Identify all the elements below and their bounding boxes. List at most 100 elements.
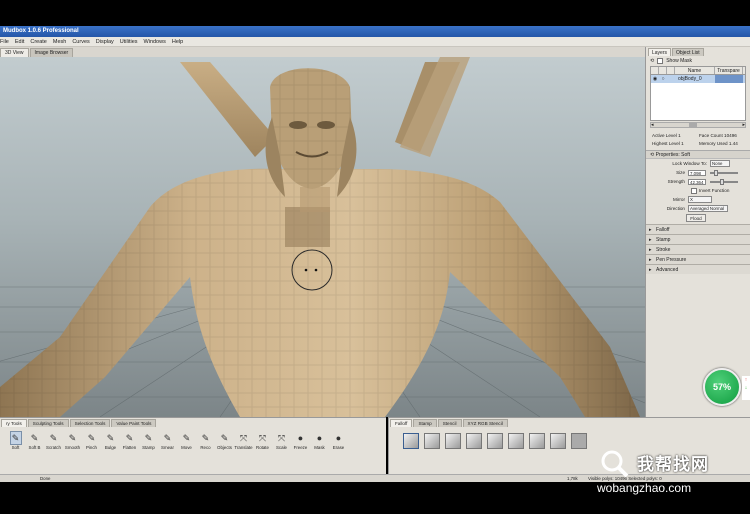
brush-icon: ✎	[163, 432, 172, 443]
menu-curves[interactable]: Curves	[72, 37, 89, 46]
brush-icon: ✎	[201, 432, 210, 443]
tab-3d-view[interactable]: 3D View	[0, 48, 29, 57]
tool-tray: ry Tools Sculpting Tools Selection Tools…	[0, 417, 386, 474]
section-advanced[interactable]: Advanced	[646, 264, 750, 275]
menu-windows[interactable]: Windows	[144, 37, 166, 46]
tool-soft[interactable]: ✎ Soft	[6, 431, 25, 450]
falloff-preset-5[interactable]	[487, 433, 503, 449]
tab-selection-tools[interactable]: Selection Tools	[69, 419, 111, 427]
eye-icon[interactable]: ◉	[651, 75, 659, 83]
falloff-preset-6[interactable]	[508, 433, 524, 449]
direction-dropdown[interactable]: Averaged Normal	[688, 205, 728, 212]
tool-smooth[interactable]: ✎ Smooth	[63, 431, 82, 451]
lock-window-dropdown[interactable]: None	[710, 160, 730, 167]
brush-icon: ✎	[106, 432, 115, 443]
tool-translate[interactable]: ⤧ Translate	[234, 431, 253, 451]
menu-file[interactable]: File	[0, 37, 9, 46]
menu-mesh[interactable]: Mesh	[53, 37, 66, 46]
tab-stamp[interactable]: Stamp	[413, 419, 437, 427]
tool-soft-b[interactable]: ✎ Soft B	[25, 431, 44, 451]
strength-slider-thumb[interactable]	[720, 178, 725, 185]
strength-label: Strength	[667, 179, 685, 184]
tool-reco[interactable]: ✎ Reco	[196, 431, 215, 451]
status-memory: 1,78k	[567, 476, 578, 481]
brush-icon: ✎	[68, 432, 77, 443]
tab-stencil[interactable]: Stencil	[437, 419, 462, 427]
menu-help[interactable]: Help	[172, 37, 183, 46]
table-row[interactable]: ◉ ○ objBody_0	[651, 75, 745, 83]
mirror-dropdown[interactable]: X	[688, 196, 712, 203]
face-count-label: Face Count	[699, 133, 723, 138]
show-mask-checkbox[interactable]	[657, 57, 664, 64]
menu-edit[interactable]: Edit	[15, 37, 24, 46]
highest-level-label: Highest Level	[652, 141, 680, 146]
tool-stamp[interactable]: ✎ Stamp	[139, 431, 158, 451]
tab-sculpting-tools[interactable]: Sculpting Tools	[27, 419, 69, 427]
brush-icon: ✎	[125, 432, 134, 443]
lock-icon[interactable]: ○	[659, 75, 667, 83]
tab-falloff[interactable]: Falloff	[390, 419, 413, 427]
transparency-slider[interactable]	[715, 75, 743, 83]
tool-rotate[interactable]: ⤧ Rotate	[253, 431, 272, 451]
status-text: Done	[40, 476, 51, 481]
tool-pinch[interactable]: ✎ Pinch	[82, 431, 101, 451]
tool-flatten[interactable]: ✎ Flatten	[120, 431, 139, 451]
tool-erase[interactable]: ● Erase	[329, 431, 348, 450]
tab-layers[interactable]: Layers	[648, 48, 672, 56]
section-stamp[interactable]: Stamp	[646, 234, 750, 245]
tool-scale[interactable]: ⤧ Scale	[272, 431, 291, 451]
falloff-preset-4[interactable]	[466, 433, 482, 449]
scroll-left-icon[interactable]: ◂	[651, 122, 654, 128]
falloff-preset-1[interactable]	[403, 433, 419, 449]
section-stroke[interactable]: Stroke	[646, 244, 750, 255]
tool-freeze[interactable]: ● Freeze	[291, 431, 310, 450]
tab-image-browser[interactable]: Image Browser	[29, 48, 74, 57]
tool-move[interactable]: ✎ Move	[177, 431, 196, 451]
section-falloff[interactable]: Falloff	[646, 224, 750, 235]
layers-horizontal-scrollbar[interactable]: ◂ ▸	[650, 122, 746, 128]
sphere-icon: ●	[335, 433, 342, 443]
tool-bulge[interactable]: ✎ Bulge	[101, 431, 120, 451]
tool-label: Translate	[234, 445, 253, 450]
falloff-preset-3[interactable]	[445, 433, 461, 449]
tool-label: Erase	[332, 445, 345, 450]
3d-viewport[interactable]	[0, 57, 645, 417]
falloff-preset-2[interactable]	[424, 433, 440, 449]
tab-tools[interactable]: ry Tools	[1, 419, 27, 427]
tool-label: Flatten	[122, 445, 137, 450]
falloff-preset-8[interactable]	[550, 433, 566, 449]
brush-icon: ✎	[220, 432, 229, 443]
size-slider[interactable]	[710, 169, 738, 176]
layers-table-header: Name Transpare	[651, 67, 745, 75]
tool-smear[interactable]: ✎ Smear	[158, 431, 177, 451]
scroll-thumb[interactable]	[689, 123, 697, 127]
lock-window-row: Lock Window To: None	[646, 159, 750, 168]
face-count-value: 10496	[724, 133, 737, 138]
menu-display[interactable]: Display	[96, 37, 114, 46]
transparency-col-header[interactable]: Transpare	[715, 67, 743, 74]
tool-label: Reco	[200, 445, 211, 450]
tool-objects[interactable]: ✎ Objects	[215, 431, 234, 451]
tool-scratch[interactable]: ✎ Scratch	[44, 431, 63, 451]
tab-xyz-rgb-stencil[interactable]: XYZ RGB Stencil	[462, 419, 508, 427]
tab-object-list[interactable]: Object List	[672, 48, 704, 56]
falloff-tray-tabs: Falloff Stamp Stencil XYZ RGB Stencil	[389, 418, 750, 427]
section-pen-pressure[interactable]: Pen Pressure	[646, 254, 750, 265]
name-col-header[interactable]: Name	[675, 67, 715, 74]
falloff-preset-9[interactable]	[571, 433, 587, 449]
tool-mask[interactable]: ● Mask	[310, 431, 329, 450]
menu-create[interactable]: Create	[30, 37, 47, 46]
flood-button[interactable]: Flood	[686, 214, 706, 222]
refresh-icon[interactable]: ⟲	[650, 152, 654, 158]
size-field[interactable]: 7.098	[688, 169, 706, 176]
row-checkbox-cell[interactable]	[667, 75, 675, 83]
menu-utilities[interactable]: Utilities	[120, 37, 138, 46]
tab-value-paint-tools[interactable]: Value Paint Tools	[111, 419, 157, 427]
strength-field[interactable]: 42.364	[688, 178, 706, 185]
refresh-icon[interactable]: ⟲	[650, 58, 654, 64]
scroll-right-icon[interactable]: ▸	[742, 122, 745, 128]
brush-icon: ✎	[30, 432, 39, 443]
strength-slider[interactable]	[710, 178, 738, 185]
size-slider-thumb[interactable]	[713, 169, 718, 176]
falloff-preset-7[interactable]	[529, 433, 545, 449]
